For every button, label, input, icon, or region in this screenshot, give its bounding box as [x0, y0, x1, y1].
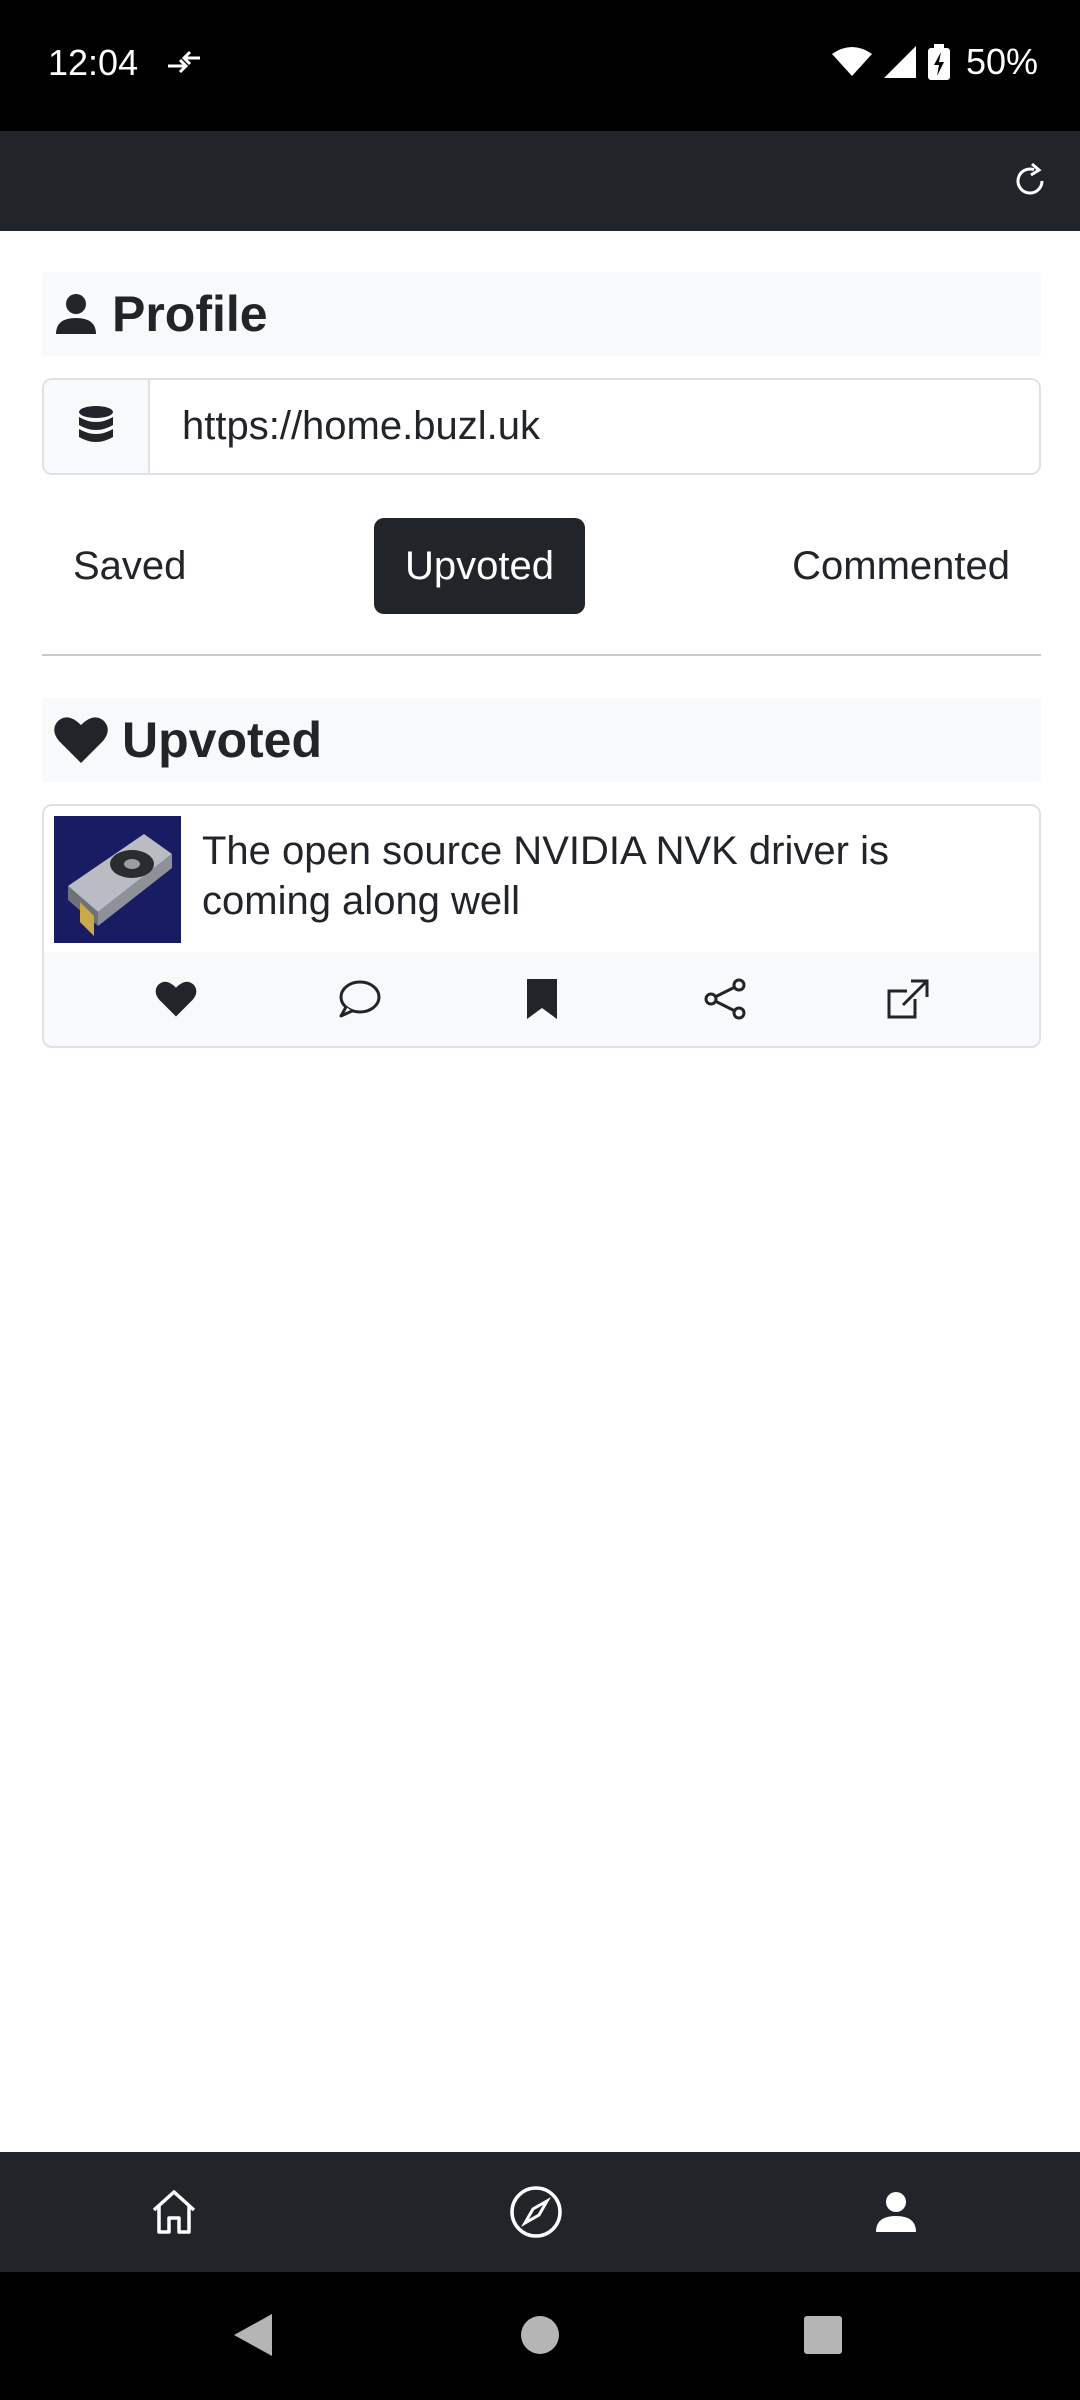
graphics-card-image — [54, 816, 181, 943]
comment-bubble-icon — [339, 980, 380, 1018]
nav-explore[interactable] — [506, 2182, 566, 2242]
share-icon — [704, 978, 745, 1020]
tab-saved[interactable]: Saved — [42, 518, 217, 614]
cell-signal-icon — [883, 46, 916, 78]
profile-title: Profile — [112, 286, 268, 342]
post-actions — [44, 952, 1039, 1046]
upvote-button[interactable] — [146, 969, 206, 1029]
bottom-navigation — [0, 2152, 1080, 2272]
instance-url-input[interactable] — [150, 380, 1039, 473]
tab-upvoted[interactable]: Upvoted — [374, 518, 585, 614]
profile-header: Profile — [42, 272, 1041, 356]
back-icon[interactable] — [232, 2312, 274, 2358]
upvoted-title: Upvoted — [122, 712, 322, 768]
post-card[interactable]: The open source NVIDIA NVK driver is com… — [42, 804, 1041, 1048]
database-addon — [44, 380, 150, 473]
divider — [42, 654, 1041, 656]
home-circle-icon[interactable] — [520, 2312, 560, 2358]
profile-tabs: Saved Upvoted Commented — [42, 518, 1041, 614]
status-bar: 12:04 50% — [0, 0, 1080, 131]
system-navigation — [0, 2272, 1080, 2400]
post-thumbnail[interactable] — [54, 816, 181, 943]
compass-icon — [510, 2186, 562, 2238]
database-icon — [79, 405, 113, 442]
status-time: 12:04 — [48, 42, 139, 83]
heart-filled-icon — [155, 981, 196, 1017]
heart-icon — [54, 717, 108, 763]
home-icon — [152, 2190, 196, 2234]
upvoted-header: Upvoted — [42, 698, 1041, 782]
person-icon — [56, 294, 96, 334]
instance-url-group — [42, 378, 1041, 475]
open-external-button[interactable] — [878, 969, 938, 1029]
comment-button[interactable] — [329, 969, 389, 1029]
recents-square-icon[interactable] — [802, 2312, 844, 2358]
post-title[interactable]: The open source NVIDIA NVK driver is com… — [202, 826, 1022, 926]
tab-commented[interactable]: Commented — [761, 518, 1041, 614]
nav-home[interactable] — [144, 2182, 204, 2242]
status-icons: 50% — [831, 41, 1038, 82]
person-icon — [876, 2192, 916, 2232]
app-bar — [0, 131, 1080, 231]
battery-percentage: 50% — [965, 41, 1038, 82]
share-button[interactable] — [695, 969, 755, 1029]
battery-charging-icon — [927, 44, 950, 80]
external-link-icon — [887, 979, 928, 1019]
refresh-icon[interactable] — [1008, 159, 1052, 203]
nav-profile[interactable] — [866, 2182, 926, 2242]
save-button[interactable] — [512, 969, 572, 1029]
data-sync-icon — [168, 50, 200, 74]
wifi-icon — [831, 47, 872, 76]
bookmark-filled-icon — [526, 979, 557, 1019]
